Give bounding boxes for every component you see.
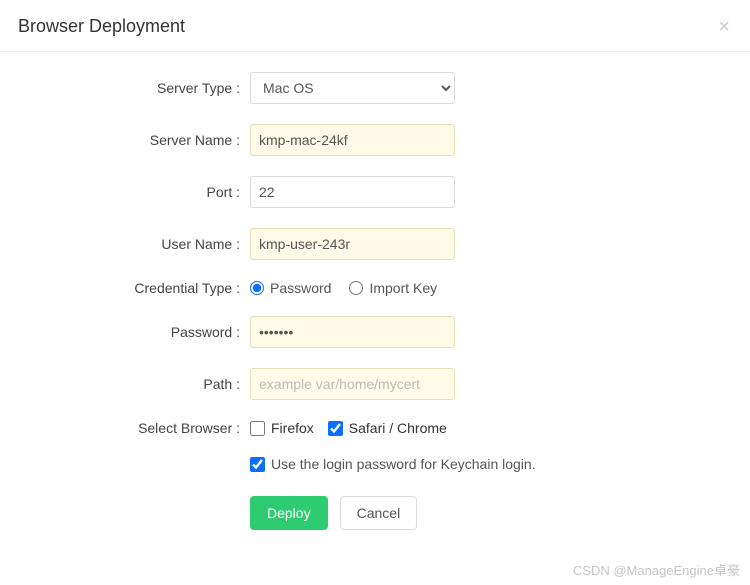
dialog-header: Browser Deployment × — [0, 0, 750, 52]
checkbox-safari-chrome-label: Safari / Chrome — [349, 420, 447, 436]
row-select-browser: Select Browser : Firefox Safari / Chrome — [40, 420, 710, 436]
checkbox-keychain-login-label: Use the login password for Keychain logi… — [271, 456, 536, 472]
row-path: Path : — [40, 368, 710, 400]
server-type-select[interactable]: Mac OS — [250, 72, 455, 104]
checkbox-safari-chrome[interactable] — [328, 421, 343, 436]
checkbox-firefox-label: Firefox — [271, 420, 314, 436]
label-select-browser: Select Browser : — [40, 420, 250, 436]
row-server-name: Server Name : — [40, 124, 710, 156]
deployment-form: Server Type : Mac OS Server Name : Port … — [0, 52, 750, 560]
row-keychain-login: Use the login password for Keychain logi… — [40, 456, 710, 472]
browser-checkbox-group: Firefox Safari / Chrome — [250, 420, 455, 436]
cancel-button[interactable]: Cancel — [340, 496, 418, 530]
credential-type-radio-group: Password Import Key — [250, 280, 437, 296]
label-server-name: Server Name : — [40, 132, 250, 148]
label-server-type: Server Type : — [40, 80, 250, 96]
label-password: Password : — [40, 324, 250, 340]
radio-import-key-input[interactable] — [349, 281, 363, 295]
row-user-name: User Name : — [40, 228, 710, 260]
deploy-button[interactable]: Deploy — [250, 496, 328, 530]
label-port: Port : — [40, 184, 250, 200]
label-path: Path : — [40, 376, 250, 392]
server-name-input[interactable] — [250, 124, 455, 156]
radio-password-label: Password — [270, 280, 331, 296]
label-user-name: User Name : — [40, 236, 250, 252]
checkbox-keychain-login[interactable]: Use the login password for Keychain logi… — [250, 456, 536, 472]
radio-import-key[interactable]: Import Key — [349, 280, 437, 296]
row-credential-type: Credential Type : Password Import Key — [40, 280, 710, 296]
password-input[interactable] — [250, 316, 455, 348]
checkbox-keychain-login-input[interactable] — [250, 457, 265, 472]
radio-password-input[interactable] — [250, 281, 264, 295]
label-credential-type: Credential Type : — [40, 280, 250, 296]
watermark-text: CSDN @ManageEngine卓豪 — [573, 560, 740, 579]
row-buttons: Deploy Cancel — [40, 492, 710, 530]
row-server-type: Server Type : Mac OS — [40, 72, 710, 104]
row-password: Password : — [40, 316, 710, 348]
radio-import-key-label: Import Key — [369, 280, 437, 296]
dialog-title: Browser Deployment — [18, 16, 185, 37]
user-name-input[interactable] — [250, 228, 455, 260]
radio-password[interactable]: Password — [250, 280, 331, 296]
path-input[interactable] — [250, 368, 455, 400]
close-icon[interactable]: × — [718, 17, 730, 37]
port-input[interactable] — [250, 176, 455, 208]
row-port: Port : — [40, 176, 710, 208]
checkbox-firefox[interactable] — [250, 421, 265, 436]
